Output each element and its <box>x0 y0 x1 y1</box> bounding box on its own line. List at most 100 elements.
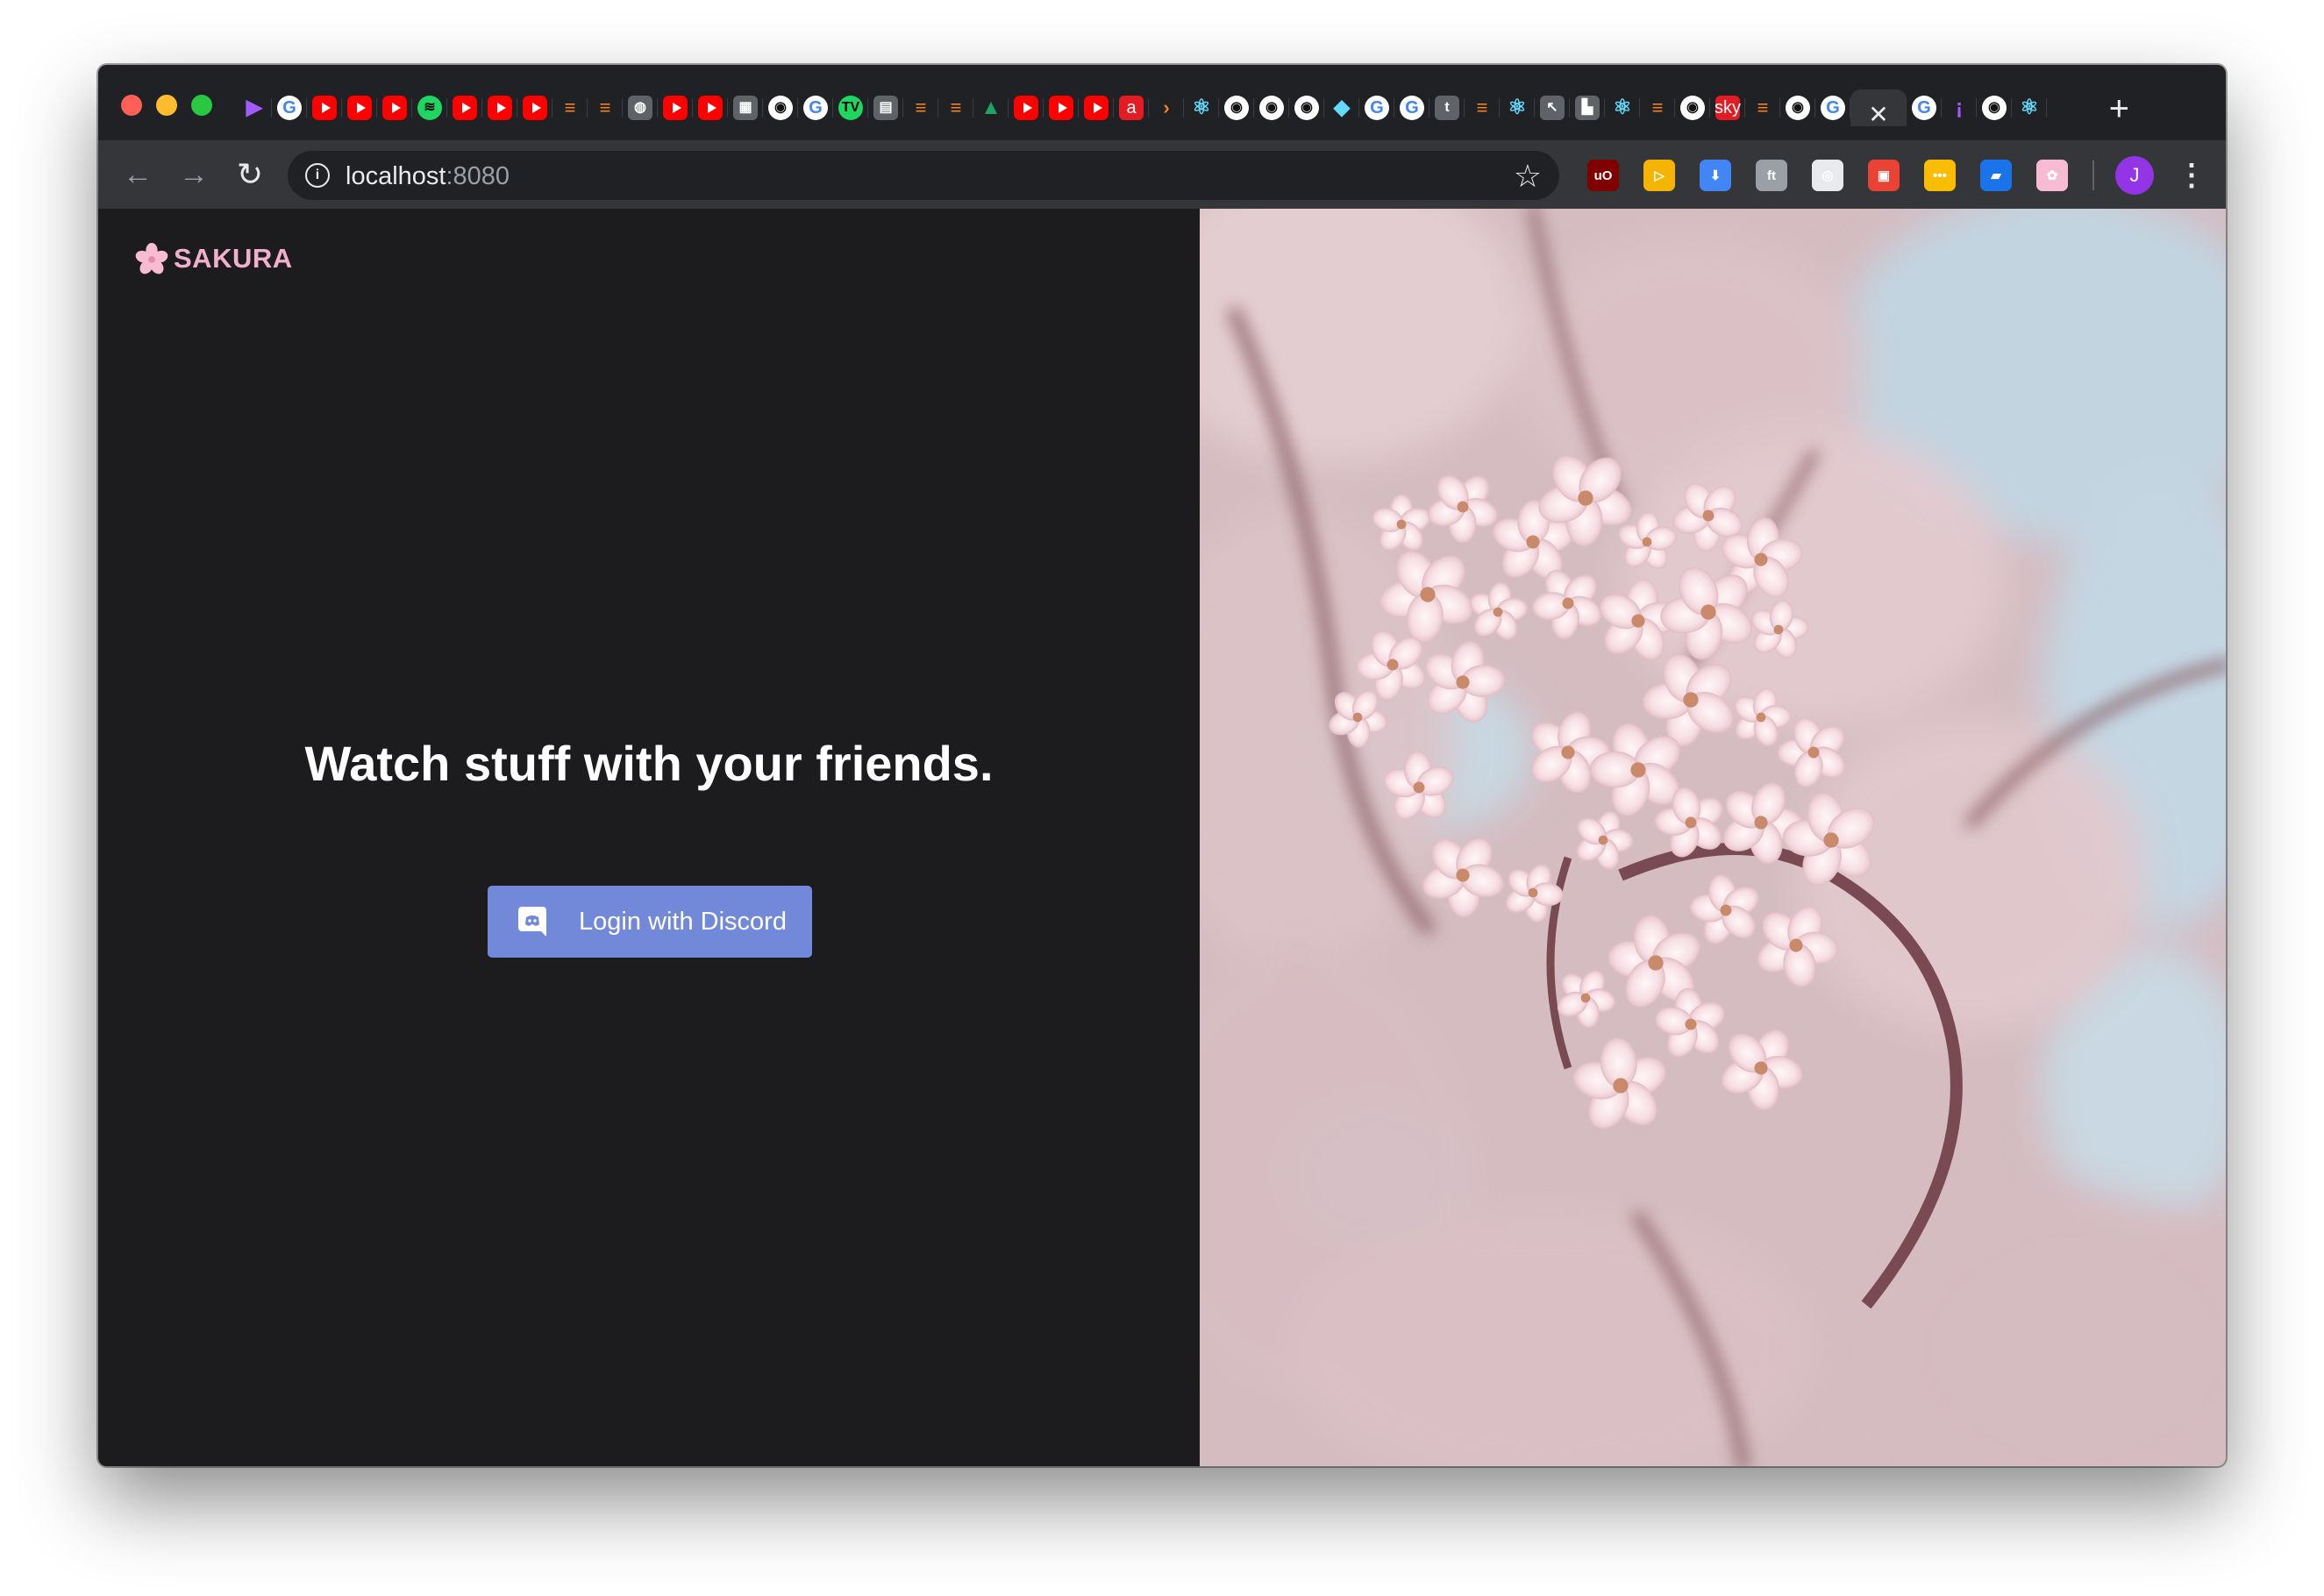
browser-tab[interactable]: G <box>1907 89 1942 126</box>
react-icon: ⚛ <box>2020 96 2039 119</box>
sakura-extension-icon[interactable]: ✿ <box>2036 160 2068 191</box>
browser-tab[interactable]: ⚛ <box>1605 89 1640 126</box>
window-icon[interactable]: ▰ <box>1980 160 2012 191</box>
info-icon[interactable]: i <box>305 163 330 188</box>
google-icon: G <box>803 96 828 120</box>
browser-tab[interactable]: ▲ <box>973 89 1009 126</box>
close-tab-icon[interactable]: ✕ <box>1868 100 1888 127</box>
font-icon[interactable]: ft <box>1756 160 1787 191</box>
browser-tab[interactable]: ≡ <box>1745 89 1780 126</box>
browser-tab[interactable]: ≡ <box>903 89 938 126</box>
browser-tab[interactable]: ⚛ <box>1500 89 1535 126</box>
youtube-icon <box>698 96 723 120</box>
browser-tab[interactable]: ⚛ <box>1184 89 1219 126</box>
text-icon: t <box>1435 96 1459 120</box>
browser-tab[interactable] <box>693 89 728 126</box>
browser-tab[interactable]: G <box>1394 89 1429 126</box>
ublock-icon[interactable]: uO <box>1587 160 1619 191</box>
reload-button[interactable]: ↻ <box>233 158 267 191</box>
browser-tab[interactable]: ⚛ <box>2012 89 2047 126</box>
browser-tab[interactable] <box>342 89 377 126</box>
stackoverflow-icon: ≡ <box>1476 96 1488 118</box>
maximize-window-button[interactable] <box>191 95 212 116</box>
browser-tab[interactable]: ◉ <box>763 89 798 126</box>
browser-menu-icon[interactable]: ⋮ <box>2177 160 2206 190</box>
url-text[interactable]: localhost:8080 <box>346 162 510 191</box>
browser-tab[interactable] <box>377 89 412 126</box>
browser-tab[interactable]: ◉ <box>1219 89 1254 126</box>
browser-tab[interactable]: ◉ <box>1977 89 2012 126</box>
browser-tab[interactable]: ◆ <box>1324 89 1359 126</box>
browser-tab[interactable] <box>1079 89 1114 126</box>
page-headline: Watch stuff with your friends. <box>304 736 994 791</box>
exclaim-icon: ¡ <box>1956 96 1963 119</box>
react-icon: ⚛ <box>1192 96 1211 119</box>
github-icon: ◉ <box>1224 96 1249 120</box>
google-icon: G <box>1365 96 1389 120</box>
browser-tab[interactable]: ≡ <box>588 89 623 126</box>
youtube-icon <box>1049 96 1073 120</box>
browser-tab[interactable]: ▦ <box>728 89 763 126</box>
browser-tab[interactable] <box>517 89 552 126</box>
browser-tab[interactable]: ▶ <box>237 89 272 126</box>
crx-icon[interactable]: ◎ <box>1812 160 1843 191</box>
browser-tab[interactable]: › <box>1149 89 1184 126</box>
play-icon: ▶ <box>246 96 263 119</box>
browser-tab[interactable]: ¡ <box>1942 89 1977 126</box>
close-window-button[interactable] <box>121 95 142 116</box>
keep-icon[interactable]: ••• <box>1924 160 1956 191</box>
browser-tab[interactable]: sky <box>1710 89 1745 126</box>
browser-tab[interactable]: G <box>1815 89 1850 126</box>
play-extension-icon[interactable]: ▷ <box>1643 160 1675 191</box>
login-with-discord-button[interactable]: Login with Discord <box>488 886 812 958</box>
brand-name: SAKURA <box>174 243 293 274</box>
browser-tab[interactable] <box>1009 89 1044 126</box>
browser-window: ▶ G ≋ ≡ ≡ ◍ ▦ ◉ G TV ▤ ≡ ≡ ▲ a › ⚛ ◉ ◉ ◉ ◆ G Gt ≡ ⚛ ↖ ▙ ⚛ ≡ ◉ sky ≡ ◉ G ✕ G… <box>98 65 2226 1466</box>
browser-tab[interactable]: ↖ <box>1535 89 1570 126</box>
browser-tab[interactable]: ≡ <box>1640 89 1675 126</box>
new-tab-button[interactable]: + <box>2109 91 2129 126</box>
youtube-icon <box>663 96 688 120</box>
google-icon: G <box>1821 96 1845 120</box>
brand-logo[interactable]: SAKURA <box>135 242 293 275</box>
youtube-icon <box>312 96 337 120</box>
browser-tab[interactable]: ▤ <box>868 89 903 126</box>
browser-tab[interactable]: ≡ <box>552 89 588 126</box>
browser-tab[interactable]: ≡ <box>1465 89 1500 126</box>
browser-tab[interactable]: TV <box>833 89 868 126</box>
browser-tab[interactable]: ≡ <box>938 89 973 126</box>
back-button[interactable]: ← <box>121 158 154 191</box>
browser-tab[interactable]: G <box>798 89 833 126</box>
bookmark-star-icon[interactable]: ☆ <box>1514 158 1542 195</box>
login-panel: SAKURA Watch stuff with your friends. Lo… <box>98 209 1200 1466</box>
browser-tab[interactable]: ◉ <box>1289 89 1324 126</box>
browser-tab[interactable]: ≋ <box>412 89 447 126</box>
browser-tab[interactable]: a <box>1114 89 1149 126</box>
browser-tab[interactable]: G <box>1359 89 1394 126</box>
stackoverflow-icon: ≡ <box>1757 96 1769 118</box>
browser-tab[interactable] <box>447 89 482 126</box>
address-bar[interactable]: i localhost:8080 ☆ <box>288 151 1559 200</box>
browser-tab[interactable] <box>1044 89 1079 126</box>
minimize-window-button[interactable] <box>156 95 177 116</box>
profile-avatar[interactable]: J <box>2115 156 2154 195</box>
github-icon: ◉ <box>1786 96 1810 120</box>
calendar-icon[interactable]: ▣ <box>1868 160 1900 191</box>
browser-tab[interactable]: ◍ <box>623 89 658 126</box>
browser-tab[interactable]: G <box>272 89 307 126</box>
browser-tab[interactable]: ▙ <box>1570 89 1605 126</box>
cherry-blossom-photo <box>1200 209 2226 1466</box>
browser-tab[interactable]: ◉ <box>1780 89 1815 126</box>
tv-icon: TV <box>838 96 863 120</box>
download-icon[interactable]: ⬇ <box>1700 160 1731 191</box>
browser-tab[interactable] <box>307 89 342 126</box>
browser-tab[interactable]: t <box>1429 89 1465 126</box>
browser-tab[interactable] <box>482 89 517 126</box>
browser-tab[interactable]: ◉ <box>1254 89 1289 126</box>
forward-button[interactable]: → <box>177 158 210 191</box>
browser-tab[interactable] <box>658 89 693 126</box>
browser-tab[interactable]: ◉ <box>1675 89 1710 126</box>
github-icon: ◉ <box>1259 96 1284 120</box>
github-icon: ◉ <box>768 96 793 120</box>
browser-tab-active[interactable]: ✕ <box>1850 89 1907 126</box>
